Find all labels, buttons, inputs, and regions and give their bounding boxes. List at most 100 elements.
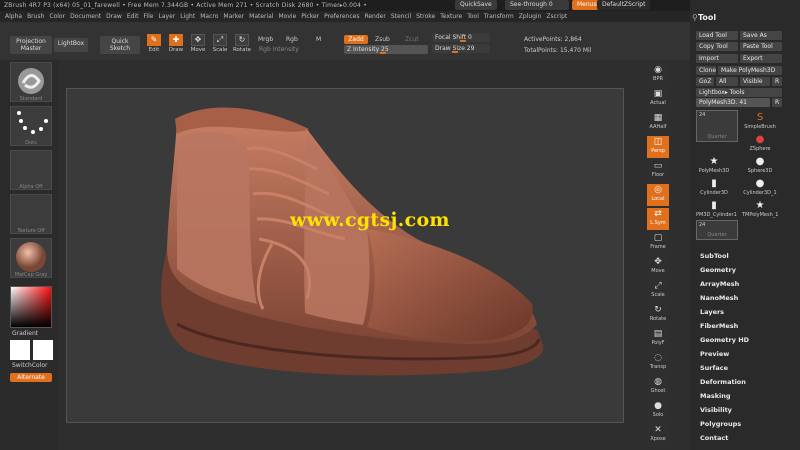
z-intensity-slider[interactable]: Z Intensity 25 [344, 45, 428, 54]
menu-preferences[interactable]: Preferences [324, 13, 359, 20]
dock-move-button[interactable]: ✥ Move [647, 256, 669, 278]
menu-material[interactable]: Material [249, 13, 273, 20]
focal-shift-slider[interactable]: Focal Shift 0 [432, 33, 490, 42]
menu-macro[interactable]: Macro [200, 13, 218, 20]
goz-button[interactable]: GoZ [696, 77, 714, 86]
menu-zplugin[interactable]: Zplugin [519, 13, 542, 20]
color-picker[interactable] [10, 286, 52, 328]
menu-brush[interactable]: Brush [27, 13, 44, 20]
dock-ghost-button[interactable]: ◍ Ghost [647, 376, 669, 398]
move-button[interactable]: ✥ Move [188, 34, 208, 58]
zadd-toggle[interactable]: Zadd [344, 35, 368, 44]
menu-tool[interactable]: Tool [467, 13, 479, 20]
make-polymesh3d-button[interactable]: Make PolyMesh3D [718, 66, 782, 75]
dock-frame-button[interactable]: ▢ Frame [647, 232, 669, 254]
rgb-intensity-slider[interactable]: Rgb Intensity [256, 45, 340, 54]
menu-document[interactable]: Document [70, 13, 101, 20]
all-button[interactable]: All [716, 77, 738, 86]
current-tool-thumbnail[interactable]: 24 Quarter [696, 110, 738, 142]
mrgb-toggle[interactable]: Mrgb [258, 36, 273, 43]
brush-selector[interactable]: Standard [10, 62, 52, 102]
dock-rotate-button[interactable]: ↻ Rotate [647, 304, 669, 326]
see-through-slider[interactable]: See-through 0 [505, 0, 569, 10]
dock-actual-button[interactable]: ▣ Actual [647, 88, 669, 110]
alpha-selector[interactable]: Alpha Off [10, 150, 52, 190]
export-button[interactable]: Export [740, 54, 782, 63]
switchcolor-button[interactable]: SwitchColor [12, 362, 48, 369]
load-tool-button[interactable]: Load Tool [696, 31, 738, 40]
alternate-button[interactable]: Alternate [10, 373, 52, 382]
menu-transform[interactable]: Transform [484, 13, 514, 20]
menu-texture[interactable]: Texture [440, 13, 462, 20]
menu-draw[interactable]: Draw [106, 13, 122, 20]
subpalette-nanomesh[interactable]: NanoMesh [700, 294, 738, 302]
tool-slot-pm3d_cylinder1[interactable]: ▮ PM3D_Cylinder1 [696, 200, 737, 220]
paste-tool-button[interactable]: Paste Tool [740, 42, 782, 51]
tool-slot-sphere3d[interactable]: ● Sphere3D [742, 156, 778, 176]
menu-picker[interactable]: Picker [301, 13, 319, 20]
dock-floor-button[interactable]: ▭ Floor [647, 160, 669, 182]
tool-slot-simplebrush[interactable]: S SimpleBrush [742, 112, 778, 132]
scale-button[interactable]: ⤢ Scale [210, 34, 230, 58]
subpalette-deformation[interactable]: Deformation [700, 378, 746, 386]
dock-bpr-button[interactable]: ◉ BPR [647, 64, 669, 86]
visible-button[interactable]: Visible [740, 77, 770, 86]
subpalette-subtool[interactable]: SubTool [700, 252, 729, 260]
zsub-toggle[interactable]: Zsub [375, 36, 390, 43]
tool-slot-polymesh3d[interactable]: ★ PolyMesh3D [696, 156, 732, 176]
menu-movie[interactable]: Movie [279, 13, 297, 20]
lightbox-button[interactable]: LightBox [54, 38, 88, 52]
main-color-swatch[interactable] [10, 340, 30, 360]
m-toggle[interactable]: M [316, 36, 321, 43]
dock-polyf-button[interactable]: ▤ PolyF [647, 328, 669, 350]
menu-stencil[interactable]: Stencil [391, 13, 411, 20]
lightbox-tools-button[interactable]: Lightbox▸ Tools [696, 88, 782, 97]
menu-light[interactable]: Light [180, 13, 195, 20]
material-selector[interactable]: MatCap Gray [10, 238, 52, 278]
dock-aahalf-button[interactable]: ▦ AAHalf [647, 112, 669, 134]
save-as-button[interactable]: Save As [740, 31, 782, 40]
rgb-toggle[interactable]: Rgb [286, 36, 298, 43]
dock-persp-button[interactable]: ◫ Persp [647, 136, 669, 158]
menu-file[interactable]: File [143, 13, 153, 20]
quicksave-button[interactable]: QuickSave [455, 0, 497, 10]
projection-master-button[interactable]: Projection Master [10, 36, 52, 54]
current-tool-slider[interactable]: PolyMesh3D. 41 [696, 98, 770, 107]
dock-solo-button[interactable]: ● Solo [647, 400, 669, 422]
gradient-label[interactable]: Gradient [12, 330, 38, 337]
rotate-button[interactable]: ↻ Rotate [232, 34, 252, 58]
secondary-tool-thumbnail[interactable]: 24 Quarter [696, 220, 738, 240]
r2-button[interactable]: R [772, 98, 782, 107]
zcut-toggle[interactable]: Zcut [405, 36, 419, 43]
subpalette-surface[interactable]: Surface [700, 364, 728, 372]
subpalette-masking[interactable]: Masking [700, 392, 731, 400]
subpalette-polygroups[interactable]: Polygroups [700, 420, 741, 428]
dock-transp-button[interactable]: ◌ Transp [647, 352, 669, 374]
menu-zscript[interactable]: Zscript [546, 13, 567, 20]
subpalette-contact[interactable]: Contact [700, 434, 728, 442]
draw-button[interactable]: ✚ Draw [166, 34, 186, 58]
menu-layer[interactable]: Layer [159, 13, 176, 20]
dock-lsym-button[interactable]: ⇄ L.Sym [647, 208, 669, 230]
subpalette-visibility[interactable]: Visibility [700, 406, 732, 414]
subpalette-geometry[interactable]: Geometry [700, 266, 736, 274]
menu-alpha[interactable]: Alpha [5, 13, 22, 20]
clone-button[interactable]: Clone [696, 66, 716, 75]
dock-xpose-button[interactable]: ✕ Xpose [647, 424, 669, 446]
edit-button[interactable]: ✎ Edit [144, 34, 164, 58]
dock-scale-button[interactable]: ⤢ Scale [647, 280, 669, 302]
draw-size-slider[interactable]: Draw Size 29 [432, 44, 490, 53]
subpalette-preview[interactable]: Preview [700, 350, 729, 358]
secondary-color-swatch[interactable] [33, 340, 53, 360]
menu-marker[interactable]: Marker [223, 13, 244, 20]
subpalette-layers[interactable]: Layers [700, 308, 724, 316]
tool-slot-cylinder3d_1[interactable]: ● Cylinder3D_1 [742, 178, 778, 198]
r-button[interactable]: R [772, 77, 782, 86]
copy-tool-button[interactable]: Copy Tool [696, 42, 738, 51]
tool-slot-zsphere[interactable]: ● ZSphere [742, 134, 778, 154]
menu-stroke[interactable]: Stroke [416, 13, 435, 20]
texture-selector[interactable]: Texture Off [10, 194, 52, 234]
dock-local-button[interactable]: ◎ Local [647, 184, 669, 206]
quick-sketch-button[interactable]: Quick Sketch [100, 36, 140, 54]
menu-color[interactable]: Color [49, 13, 65, 20]
